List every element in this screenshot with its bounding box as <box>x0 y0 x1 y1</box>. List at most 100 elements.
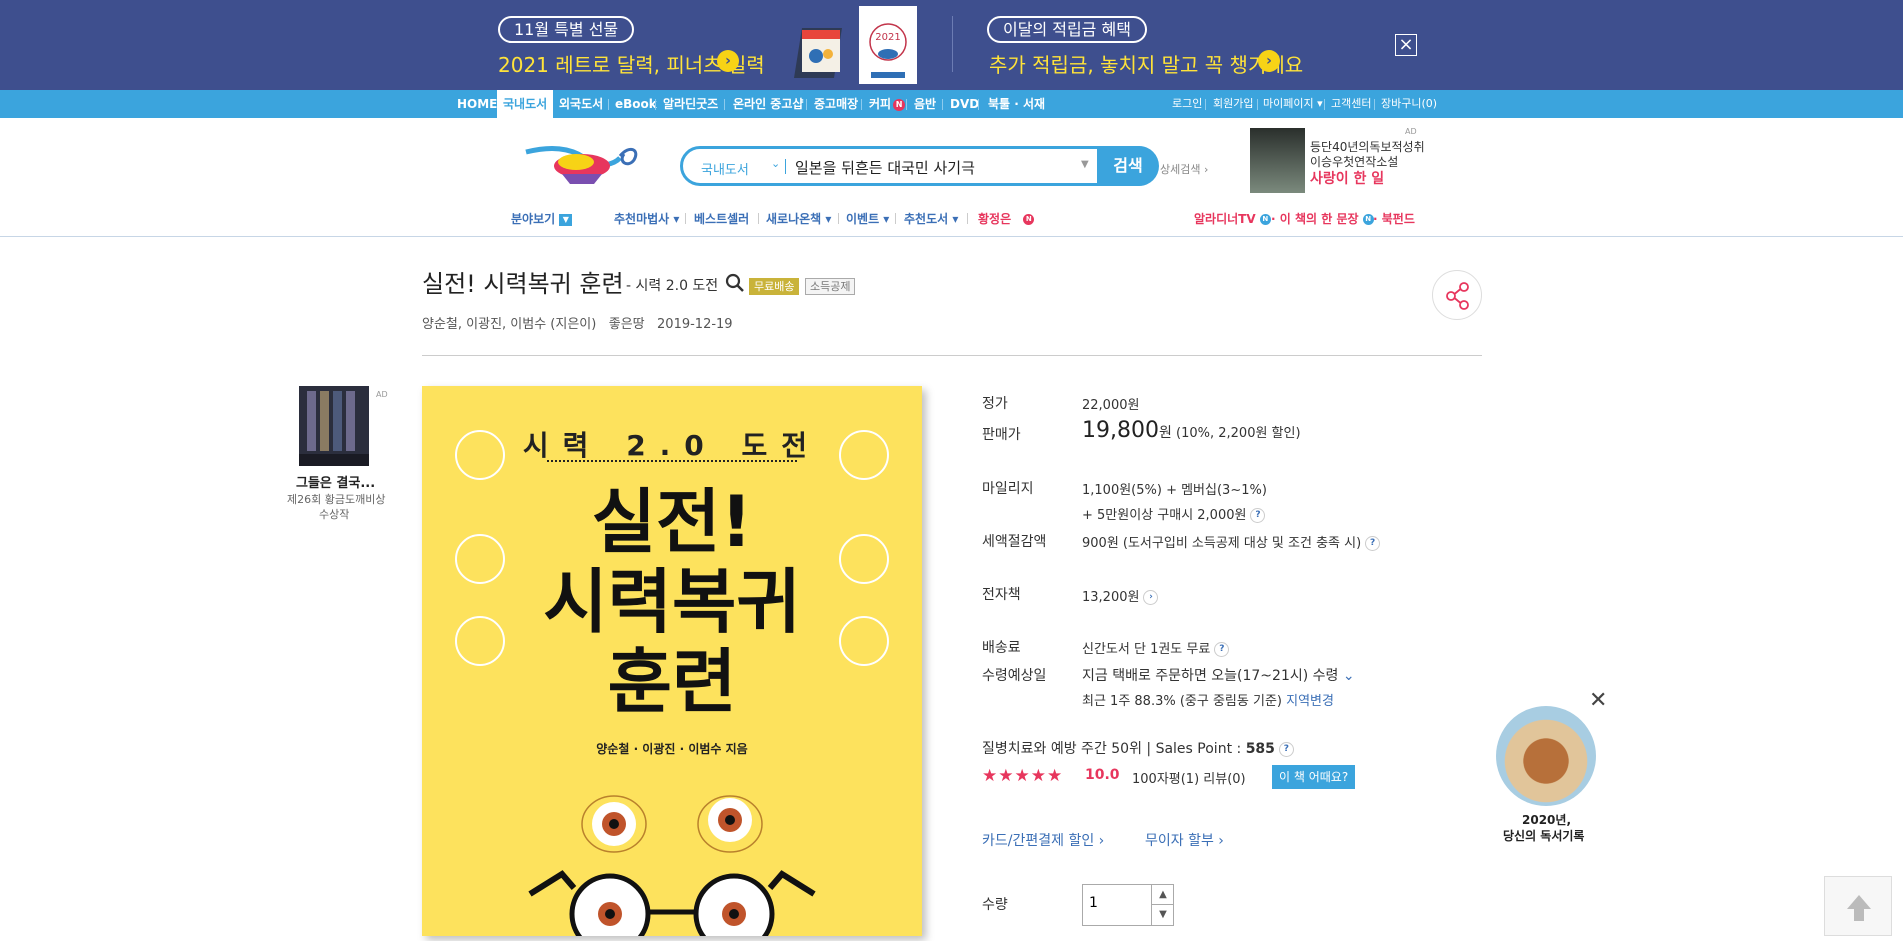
shipping-text: 신간도서 단 1권도 무료 <box>1082 642 1211 657</box>
ad-label: AD <box>1405 127 1417 136</box>
help-icon[interactable]: ? <box>1214 642 1230 657</box>
banner-close-icon[interactable]: × <box>1395 34 1417 56</box>
rank-text[interactable]: 질병치료와 예방 주간 50위 | Sales Point : <box>982 741 1246 757</box>
arrow-up-icon <box>1847 895 1871 921</box>
detail-search-link[interactable]: 상세검색 › <box>1160 161 1208 177</box>
nav-cart[interactable]: 장바구니(0) <box>1381 90 1437 118</box>
banner-right-arrow-icon[interactable]: › <box>1258 50 1280 72</box>
chevron-down-icon[interactable]: ⌄ <box>771 157 780 170</box>
ebook-row[interactable]: 13,200원 › <box>1082 586 1159 605</box>
book-publisher[interactable]: 좋은땅 <box>609 317 645 332</box>
search-input[interactable] <box>795 156 1075 178</box>
nav-ebook[interactable]: eBook <box>615 90 657 118</box>
nav-separator <box>806 99 807 110</box>
cover-dotted-line <box>547 460 797 462</box>
share-button[interactable] <box>1432 270 1482 320</box>
nav-used-shop[interactable]: 온라인 중고샵 <box>733 90 803 118</box>
review-button[interactable]: 이 책 어때요? <box>1272 765 1356 789</box>
banner-left-arrow-icon[interactable]: › <box>717 50 739 72</box>
chevron-right-icon[interactable]: › <box>1143 590 1159 605</box>
aladin-logo[interactable] <box>522 130 642 190</box>
ebook-price: 13,200원 <box>1082 590 1140 605</box>
nav-separator <box>906 99 907 110</box>
recent-text: 최근 1주 88.3% (중구 중림동 기준) <box>1082 694 1282 709</box>
submenu-recommend-wizard[interactable]: 추천마법사 ▾ <box>614 210 679 227</box>
cover-eyes-illustration <box>528 795 816 936</box>
chevron-down-icon[interactable]: ⌄ <box>1343 668 1355 684</box>
book-authors[interactable]: 양순철, 이광진, 이범수 (지은이) <box>422 317 596 332</box>
reading-record-image[interactable] <box>1496 706 1596 806</box>
nav-dvd[interactable]: DVD <box>950 90 979 118</box>
left-ad-subtitle2: 수상작 <box>319 508 350 521</box>
submenu-bookfund[interactable]: · 북펀드 <box>1373 210 1415 227</box>
help-icon[interactable]: ? <box>1278 741 1294 757</box>
submenu-aladiner-tv[interactable]: 알라디너TV N <box>1194 210 1271 227</box>
ad-book-cover-image[interactable] <box>1250 128 1305 193</box>
submenu-bestseller[interactable]: 베스트셀러 <box>694 210 749 227</box>
nav-domestic-books[interactable]: 국내도서 <box>497 90 554 120</box>
book-title: 실전! 시력복귀 훈련 <box>422 270 624 298</box>
reading-record-subtitle[interactable]: 당신의 독서기록 <box>1503 827 1584 844</box>
nav-login[interactable]: 로그인 <box>1172 90 1202 118</box>
submenu-hwang-jungeun[interactable]: 황정은 N <box>978 210 1035 227</box>
glasses-icon <box>839 616 889 666</box>
submenu-one-sentence[interactable]: · 이 책의 한 문장 N <box>1271 210 1374 227</box>
receive-row[interactable]: 지금 택배로 주문하면 오늘(17~21시) 수령 ⌄ <box>1082 665 1355 685</box>
sale-price: 19,800 <box>1082 418 1159 443</box>
nav-mypage[interactable]: 마이페이지 ▾ <box>1263 90 1323 118</box>
submenu-events[interactable]: 이벤트 ▾ <box>846 210 889 227</box>
submenu-new-books[interactable]: 새로나온책 ▾ <box>766 210 831 227</box>
nav-customer-center[interactable]: 고객센터 <box>1331 90 1371 118</box>
nav-coffee[interactable]: 커피 N <box>869 90 906 118</box>
rating-score: 10.0 <box>1085 767 1120 783</box>
increment-icon[interactable]: ▲ <box>1151 885 1174 905</box>
book-date: 2019-12-19 <box>657 317 733 332</box>
tax-text: 900원 (도서구입비 소득공제 대상 및 조건 충족 시) <box>1082 536 1362 551</box>
nav-used-store[interactable]: 중고매장 <box>814 90 858 118</box>
review-count[interactable]: 100자평(1) 리뷰(0) <box>1132 768 1246 787</box>
sale-price-label: 판매가 <box>982 427 1021 443</box>
left-ad-title[interactable]: 그들은 결국... <box>296 472 375 491</box>
decrement-icon[interactable]: ▼ <box>1151 905 1174 925</box>
banner-left-pill: 11월 특별 선물 <box>498 16 635 43</box>
nav-separator <box>861 99 862 110</box>
ad-text-line3[interactable]: 사랑이 한 일 <box>1310 168 1384 188</box>
help-icon[interactable]: ? <box>1250 508 1266 523</box>
nav-separator <box>1324 99 1325 110</box>
help-icon[interactable]: ? <box>1365 536 1381 551</box>
card-discount-link[interactable]: 카드/간편결제 할인 › <box>982 830 1104 850</box>
nav-separator <box>1205 99 1206 110</box>
reading-record-title[interactable]: 2020년, <box>1522 811 1571 828</box>
nav-aladin-goods[interactable]: 알라딘굿즈 <box>663 90 718 118</box>
new-badge: N <box>1023 214 1035 225</box>
close-icon[interactable]: ✕ <box>1589 688 1607 713</box>
nav-signup[interactable]: 회원가입 <box>1213 90 1253 118</box>
scroll-top-button[interactable] <box>1824 876 1892 936</box>
search-icon[interactable] <box>725 273 745 297</box>
banner-divider <box>952 16 953 72</box>
submenu-separator <box>838 213 839 224</box>
nav-booktool[interactable]: 북툴 · 서재 <box>988 90 1045 118</box>
dropdown-arrow-icon[interactable]: ▼ <box>1081 159 1089 170</box>
nav-music[interactable]: 음반 <box>914 90 936 118</box>
promo-banner[interactable]: 11월 특별 선물 2021 레트로 달력, 피너츠 일력 › 2021 이달의… <box>0 0 1903 90</box>
left-ad-book-image[interactable] <box>299 386 369 466</box>
nav-separator <box>655 99 656 110</box>
search-button[interactable]: 검색 <box>1097 146 1159 186</box>
nav-separator <box>942 99 943 110</box>
sale-price-unit: 원 <box>1158 425 1172 441</box>
main-nav-bar: HOME 국내도서 외국도서 eBook 알라딘굿즈 온라인 중고샵 중고매장 … <box>0 90 1903 120</box>
sales-point: 585 <box>1245 741 1275 757</box>
quantity-input[interactable] <box>1089 895 1139 911</box>
search-category-select[interactable]: 국내도서 <box>701 159 749 178</box>
category-browse[interactable]: 분야보기 ▼ <box>511 210 573 227</box>
nav-home[interactable]: HOME <box>457 90 497 118</box>
book-cover-image[interactable]: 시력 2.0 도전 실전! 시력복귀 훈련 양순철 · 이광진 · 이범수 지음 <box>422 386 922 936</box>
banner-right-text[interactable]: 추가 적립금, 놓치지 말고 꼭 챙기세요 <box>989 49 1303 78</box>
installment-link[interactable]: 무이자 할부 › <box>1145 830 1224 850</box>
banner-right-pill: 이달의 적립금 혜택 <box>987 16 1147 43</box>
nav-foreign-books[interactable]: 외국도서 <box>559 90 603 118</box>
submenu-recommended[interactable]: 추천도서 ▾ <box>904 210 958 227</box>
submenu-separator <box>685 213 686 224</box>
region-change-link[interactable]: 지역변경 <box>1286 694 1334 709</box>
